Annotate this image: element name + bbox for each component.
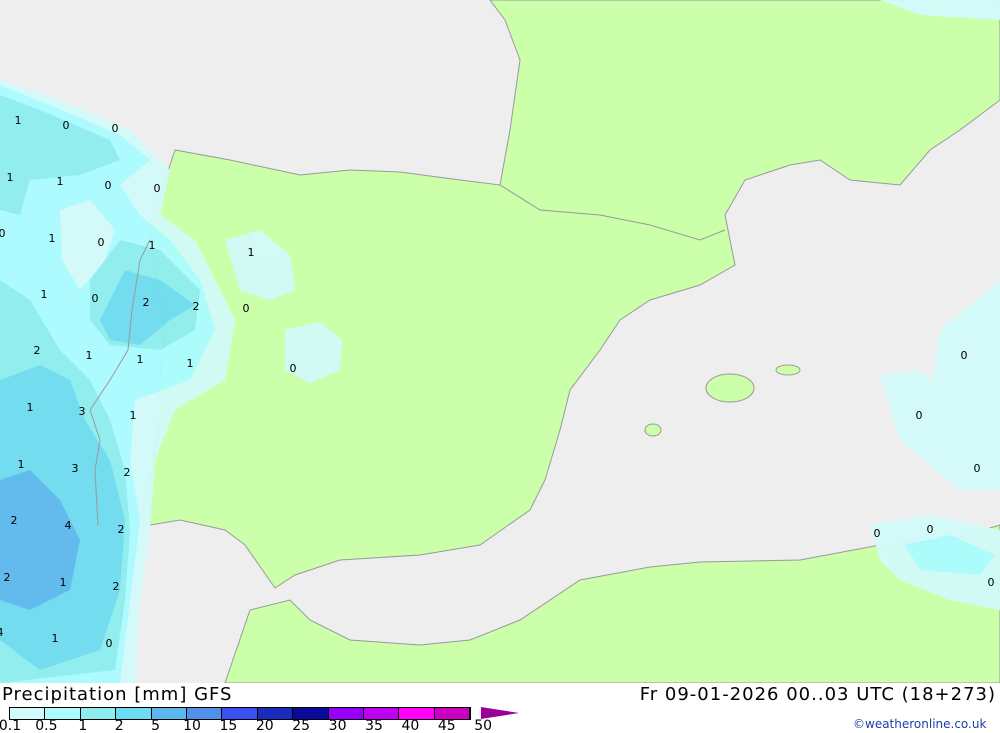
valid-time: Fr 09-01-2026 00..03 UTC (18+273) xyxy=(639,684,996,705)
map-value-label: 2 xyxy=(4,571,11,584)
legend-tick: 15 xyxy=(219,718,238,733)
map-value-label: 1 xyxy=(18,458,25,471)
map-value-label: 1 xyxy=(27,401,34,414)
legend-tick: 40 xyxy=(401,718,420,733)
map-value-label: 0 xyxy=(916,409,923,422)
map-value-label: 0 xyxy=(290,362,297,375)
map-value-label: 1 xyxy=(41,288,48,301)
map-value-label: 0 xyxy=(961,349,968,362)
legend-ticks: 0.1 0.5 1 2 5 10 15 20 25 30 35 40 45 50 xyxy=(0,718,520,733)
map-value-label: 1 xyxy=(248,246,255,259)
map-value-label: 2 xyxy=(143,296,150,309)
weather-map: 1001100010110220211101311312242122410000… xyxy=(0,0,1000,733)
map-value-label: 2 xyxy=(34,344,41,357)
map-value-label: 0 xyxy=(974,462,981,475)
map-value-label: 0 xyxy=(106,637,113,650)
map-value-label: 4 xyxy=(65,519,72,532)
island-ibiza xyxy=(644,423,662,437)
map-value-label: 2 xyxy=(113,580,120,593)
map-value-label: 2 xyxy=(124,466,131,479)
map-value-label: 3 xyxy=(72,462,79,475)
map-value-label: 2 xyxy=(193,300,200,313)
precipitation-map: 1 0 0 1 1 0 0 0 1 0 1 1 0 2 2 0 2 1 1 1 0 1 3 1 1 3 1 2 2 4 2 1 2 2 4 1 0 0 0 0… xyxy=(0,0,1000,683)
legend-tick: 25 xyxy=(292,718,311,733)
map-value-label: 1 xyxy=(52,632,59,645)
island-menorca xyxy=(775,364,801,376)
map-value-label: 1 xyxy=(60,576,67,589)
legend-tick: 10 xyxy=(183,718,201,733)
map-value-label: 0 xyxy=(98,236,105,249)
credit-link[interactable]: ©weatheronline.co.uk xyxy=(853,717,986,731)
map-value-label: 0 xyxy=(243,302,250,315)
map-value-label: 1 xyxy=(49,232,56,245)
legend-tick: 0.1 xyxy=(0,718,22,733)
legend-tick: 0.5 xyxy=(35,718,58,733)
map-value-label: 1 xyxy=(15,114,22,127)
map-value-label: 1 xyxy=(130,409,137,422)
map-title: Precipitation [mm] GFS xyxy=(2,684,233,705)
map-value-label: 0 xyxy=(874,527,881,540)
legend-tick: 35 xyxy=(365,718,383,733)
island-mallorca xyxy=(705,373,755,403)
map-value-label: 1 xyxy=(7,171,14,184)
map-value-label: 1 xyxy=(149,239,156,252)
legend-tick: 1 xyxy=(78,718,88,733)
map-value-label: 3 xyxy=(79,405,86,418)
legend-tick: 5 xyxy=(151,718,161,733)
map-value-label: 0 xyxy=(112,122,119,135)
map-value-label: 0 xyxy=(92,292,99,305)
legend-tick: 30 xyxy=(328,718,347,733)
map-value-label: 2 xyxy=(11,514,18,527)
legend-tick: 20 xyxy=(255,718,274,733)
legend-tick: 45 xyxy=(437,718,456,733)
legend-tick: 50 xyxy=(474,718,493,733)
map-value-label: 2 xyxy=(118,523,125,536)
map-value-label: 0 xyxy=(0,227,6,240)
map-value-label: 1 xyxy=(137,353,144,366)
map-value-label: 0 xyxy=(63,119,70,132)
map-value-label: 1 xyxy=(187,357,194,370)
map-value-label: 0 xyxy=(988,576,995,589)
map-value-label: 1 xyxy=(57,175,64,188)
map-value-label: 4 xyxy=(0,626,4,639)
map-value-label: 0 xyxy=(927,523,934,536)
map-value-label: 0 xyxy=(105,179,112,192)
map-value-label: 1 xyxy=(86,349,93,362)
legend-tick: 2 xyxy=(114,718,124,733)
map-value-label: 0 xyxy=(154,182,161,195)
